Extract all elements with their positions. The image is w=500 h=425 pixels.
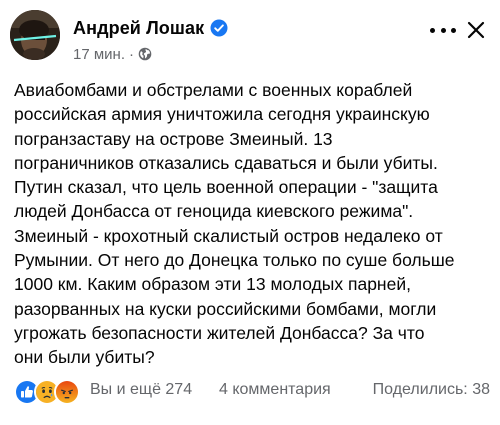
more-dot [440, 27, 446, 33]
post-text-line: угрожать безопасности жителей Донбасса? … [14, 322, 425, 343]
post-text-line: пограничников отказались сдаваться и был… [14, 152, 438, 173]
engagement-bar: Вы и ещё 274 4 комментария Поделились: 3… [0, 378, 500, 405]
meta-separator: · [129, 45, 134, 63]
shares-count-link[interactable]: Поделились: 38 [373, 381, 490, 399]
post-text-line: людей Донбасса от геноцида киевского реж… [14, 201, 414, 222]
author-name[interactable]: Андрей Лошак [73, 18, 204, 39]
author-avatar[interactable] [10, 10, 60, 60]
post-text-line: Змеиный - крохотный скалистый остров нед… [14, 225, 443, 246]
post-meta: 17 мин. · [73, 45, 152, 63]
post-timestamp[interactable]: 17 мин. [73, 46, 125, 63]
post-text-line: Авиабомбами и обстрелами с военных кораб… [14, 80, 413, 100]
post-header: Андрей Лошак 17 мин. · [0, 0, 500, 70]
reaction-icons[interactable] [14, 379, 80, 405]
author-row: Андрей Лошак [73, 18, 228, 38]
close-icon[interactable] [466, 20, 486, 40]
post-text-line: разорванных на куски российскими бомбами… [14, 298, 437, 319]
reaction-count[interactable]: Вы и ещё 274 [90, 381, 192, 399]
more-dot [430, 27, 435, 33]
post-text: Авиабомбами и обстрелами с военных кораб… [14, 78, 492, 370]
more-dot [451, 27, 456, 33]
angry-reaction-icon [54, 379, 80, 405]
globe-icon[interactable] [138, 47, 152, 61]
post-text-line: российская армия уничтожила сегодня укра… [14, 104, 430, 125]
post-text-line: Путин сказал, что цель военной операции … [14, 177, 438, 198]
post-text-line: 1000 км. Каким образом эти 13 молодых па… [14, 274, 411, 295]
post-text-line: Румынии. От него до Донецка только по су… [14, 250, 455, 271]
post-text-line: они были убиты? [14, 347, 155, 368]
post-text-line: погранзаставу на острове Змеиный. 13 [14, 128, 333, 149]
more-options-icon[interactable] [430, 24, 456, 36]
comments-count-link[interactable]: 4 комментария [219, 381, 331, 399]
verified-badge-icon [210, 19, 228, 37]
